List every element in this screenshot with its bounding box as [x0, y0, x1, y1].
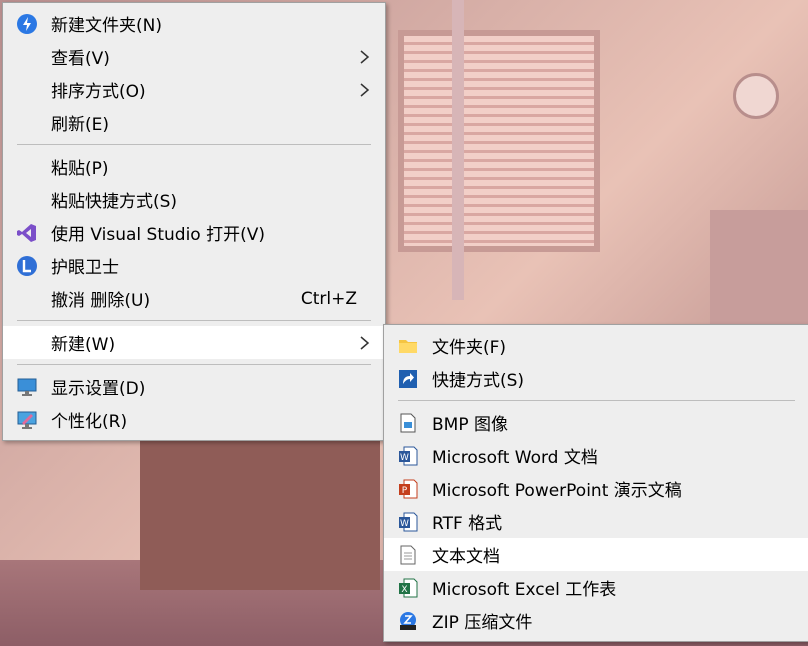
image-file-icon: [398, 413, 418, 433]
powerpoint-icon: P: [398, 479, 418, 499]
menu-item-label: 护眼卫士: [51, 258, 119, 278]
submenu-item-label: 文件夹(F): [432, 338, 507, 358]
new-submenu: 文件夹(F) 快捷方式(S) BMP 图像 W Microsoft Word 文…: [383, 324, 808, 642]
submenu-item-label: Microsoft Word 文档: [432, 448, 598, 468]
menu-item-label: 排序方式(O): [51, 82, 146, 102]
submenu-item-excel[interactable]: X Microsoft Excel 工作表: [384, 571, 808, 604]
menu-item-label: 新建文件夹(N): [51, 16, 162, 36]
menu-item-sort[interactable]: 排序方式(O): [3, 73, 385, 106]
menu-separator: [17, 364, 371, 365]
menu-item-label: 个性化(R): [51, 412, 128, 432]
wallpaper-pillar: [452, 0, 464, 300]
menu-item-undo-delete[interactable]: 撤消 删除(U) Ctrl+Z: [3, 282, 385, 315]
menu-item-refresh[interactable]: 刷新(E): [3, 106, 385, 139]
submenu-item-folder[interactable]: 文件夹(F): [384, 329, 808, 362]
submenu-item-label: BMP 图像: [432, 415, 508, 435]
submenu-item-zip[interactable]: ZIP 压缩文件: [384, 604, 808, 637]
menu-item-shortcut: Ctrl+Z: [300, 288, 357, 309]
zip-icon: [398, 611, 418, 631]
submenu-item-text-document[interactable]: 文本文档: [384, 538, 808, 571]
menu-item-label: 粘贴(P): [51, 159, 109, 179]
svg-text:W: W: [400, 519, 409, 529]
menu-item-new[interactable]: 新建(W): [3, 326, 385, 359]
submenu-item-bmp[interactable]: BMP 图像: [384, 406, 808, 439]
menu-item-new-folder[interactable]: 新建文件夹(N): [3, 7, 385, 40]
chevron-right-icon: [360, 82, 370, 97]
chevron-right-icon: [360, 335, 370, 350]
menu-separator: [17, 144, 371, 145]
rtf-icon: W: [398, 512, 418, 532]
menu-item-label: 新建(W): [51, 335, 116, 355]
submenu-item-label: Microsoft Excel 工作表: [432, 580, 617, 600]
wallpaper-window: [398, 30, 600, 252]
new-folder-icon: [17, 13, 37, 34]
folder-icon: [398, 336, 418, 356]
menu-item-label: 使用 Visual Studio 打开(V): [51, 225, 266, 245]
menu-item-eye-guard[interactable]: 护眼卫士: [3, 249, 385, 282]
menu-item-view[interactable]: 查看(V): [3, 40, 385, 73]
excel-icon: X: [398, 578, 418, 598]
wallpaper-clock: [733, 73, 779, 119]
menu-item-label: 查看(V): [51, 49, 110, 69]
submenu-item-label: Microsoft PowerPoint 演示文稿: [432, 481, 682, 501]
menu-item-display-settings[interactable]: 显示设置(D): [3, 370, 385, 403]
chevron-right-icon: [360, 49, 370, 64]
menu-item-personalize[interactable]: 个性化(R): [3, 403, 385, 436]
menu-item-paste[interactable]: 粘贴(P): [3, 150, 385, 183]
submenu-item-powerpoint[interactable]: P Microsoft PowerPoint 演示文稿: [384, 472, 808, 505]
menu-separator: [398, 400, 795, 401]
submenu-item-word[interactable]: W Microsoft Word 文档: [384, 439, 808, 472]
submenu-item-label: RTF 格式: [432, 514, 503, 534]
svg-text:X: X: [401, 585, 407, 595]
submenu-item-rtf[interactable]: W RTF 格式: [384, 505, 808, 538]
menu-item-label: 撤消 删除(U): [51, 291, 151, 311]
submenu-item-label: ZIP 压缩文件: [432, 613, 533, 633]
menu-item-label: 刷新(E): [51, 115, 110, 135]
eye-guard-icon: [17, 255, 37, 276]
menu-item-label: 粘贴快捷方式(S): [51, 192, 178, 212]
submenu-item-label: 文本文档: [432, 547, 500, 567]
word-icon: W: [398, 446, 418, 466]
svg-text:W: W: [400, 453, 409, 463]
visual-studio-icon: [17, 223, 37, 243]
desktop-context-menu: 新建文件夹(N) 查看(V) 排序方式(O) 刷新(E) 粘贴(P) 粘贴快捷方…: [2, 2, 386, 441]
svg-text:P: P: [402, 486, 408, 496]
monitor-icon: [17, 377, 37, 397]
menu-separator: [17, 320, 371, 321]
wallpaper-shelf: [140, 440, 380, 590]
submenu-item-label: 快捷方式(S): [432, 371, 525, 391]
personalize-icon: [17, 410, 37, 430]
menu-item-label: 显示设置(D): [51, 379, 146, 399]
submenu-item-shortcut[interactable]: 快捷方式(S): [384, 362, 808, 395]
menu-item-open-visual-studio[interactable]: 使用 Visual Studio 打开(V): [3, 216, 385, 249]
text-file-icon: [398, 545, 418, 565]
menu-item-paste-shortcut[interactable]: 粘贴快捷方式(S): [3, 183, 385, 216]
shortcut-icon: [398, 369, 418, 389]
